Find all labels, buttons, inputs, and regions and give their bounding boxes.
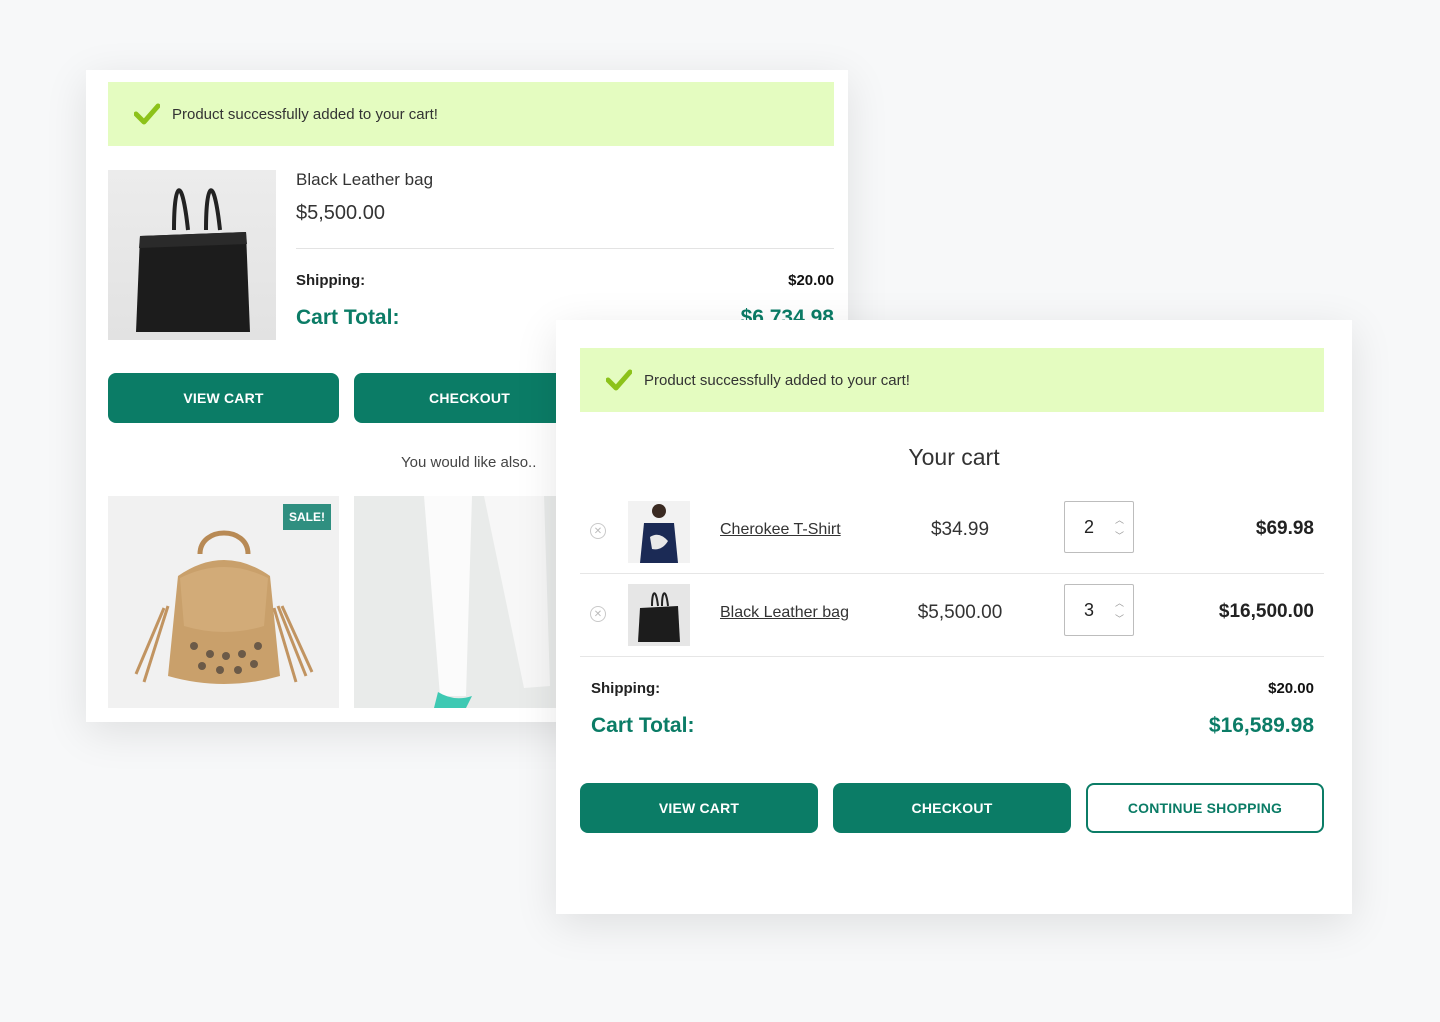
sale-badge: SALE! bbox=[283, 504, 331, 530]
view-cart-button[interactable]: VIEW CART bbox=[108, 373, 339, 423]
unit-price: $34.99 bbox=[930, 519, 990, 540]
continue-shopping-button[interactable]: CONTINUE SHOPPING bbox=[1086, 783, 1324, 833]
product-link[interactable]: Black Leather bag bbox=[720, 604, 849, 622]
cart-popup: Product successfully added to your cart!… bbox=[556, 320, 1352, 914]
quantity-stepper[interactable]: 2 ︿ ﹀ bbox=[1064, 501, 1134, 553]
divider bbox=[296, 248, 834, 249]
cart-total-value: $16,589.98 bbox=[1208, 714, 1314, 737]
shipping-label: Shipping: bbox=[591, 680, 661, 697]
cart-row: ✕ Cherokee T-Shirt $34.99 2 ︿ ﹀ $69.98 bbox=[580, 491, 1324, 574]
cart-total-label: Cart Total: bbox=[296, 306, 400, 329]
cart-title: Your cart bbox=[908, 444, 1000, 470]
shipping-label: Shipping: bbox=[296, 272, 366, 289]
checkmark-icon bbox=[133, 103, 161, 125]
quantity-stepper[interactable]: 3 ︿ ﹀ bbox=[1064, 584, 1134, 636]
stepper-arrows-icon[interactable]: ︿ ﹀ bbox=[1115, 512, 1124, 544]
remove-item-icon[interactable]: ✕ bbox=[590, 523, 606, 539]
product-name: Black Leather bag bbox=[296, 170, 434, 189]
product-link[interactable]: Cherokee T-Shirt bbox=[720, 521, 841, 539]
view-cart-button[interactable]: VIEW CART bbox=[580, 783, 818, 833]
shipping-value: $20.00 bbox=[788, 272, 834, 289]
remove-item-icon[interactable]: ✕ bbox=[590, 606, 606, 622]
stepper-arrows-icon[interactable]: ︿ ﹀ bbox=[1115, 595, 1124, 627]
row-subtotal: $69.98 bbox=[1255, 518, 1314, 539]
cart-row: ✕ Black Leather bag $5,500.00 3 ︿ ﹀ $16,5… bbox=[580, 574, 1324, 657]
shipping-value: $20.00 bbox=[1268, 680, 1314, 697]
product-price: $5,500.00 bbox=[296, 202, 385, 224]
suggested-product-backpack[interactable]: SALE! bbox=[108, 496, 339, 708]
suggestions-title: You would like also.. bbox=[401, 454, 537, 471]
checkout-button[interactable]: CHECKOUT bbox=[833, 783, 1071, 833]
notice-text: Product successfully added to your cart! bbox=[172, 105, 438, 123]
success-notice: Product successfully added to your cart! bbox=[108, 82, 834, 146]
unit-price: $5,500.00 bbox=[917, 602, 1003, 623]
checkmark-icon bbox=[605, 369, 633, 391]
row-subtotal: $16,500.00 bbox=[1218, 601, 1314, 622]
product-thumbnail bbox=[628, 501, 690, 563]
success-notice: Product successfully added to your cart! bbox=[580, 348, 1324, 412]
suggested-product-pants[interactable] bbox=[354, 496, 585, 708]
checkout-button[interactable]: CHECKOUT bbox=[354, 373, 585, 423]
product-thumbnail bbox=[628, 584, 690, 646]
quantity-value: 2 bbox=[1084, 517, 1095, 537]
notice-text: Product successfully added to your cart! bbox=[644, 371, 910, 389]
cart-total-label: Cart Total: bbox=[591, 714, 695, 737]
quantity-value: 3 bbox=[1084, 600, 1095, 620]
product-image bbox=[108, 170, 276, 340]
